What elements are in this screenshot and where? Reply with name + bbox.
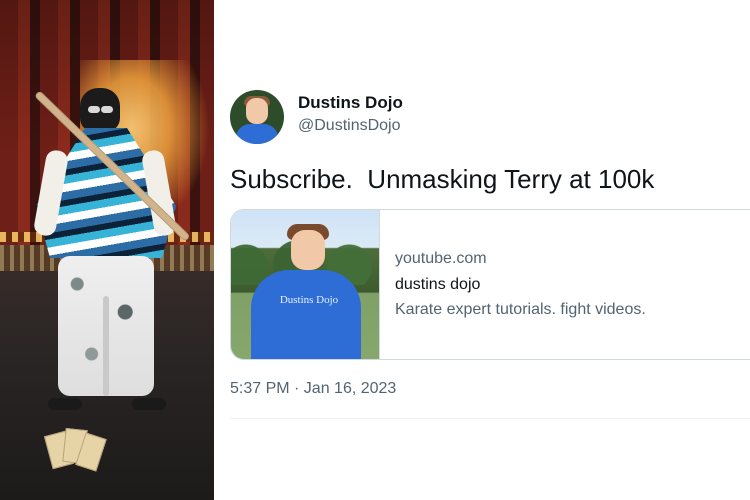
broken-boards: [43, 425, 107, 472]
card-title[interactable]: dustins dojo: [395, 276, 480, 294]
mask-eye-right: [101, 106, 113, 113]
mask-eye-left: [88, 106, 100, 113]
card-thumbnail[interactable]: Dustins Dojo: [231, 210, 380, 359]
avatar-face: [246, 98, 268, 124]
masked-performer: [32, 88, 178, 418]
divider: [230, 418, 750, 419]
profile-avatar[interactable]: [230, 90, 284, 144]
card-description[interactable]: Karate expert tutorials. fight videos.: [395, 301, 646, 319]
tweet: Dustins Dojo @DustinsDojo Subscribe. Unm…: [214, 0, 750, 500]
stage-photo: [0, 0, 214, 500]
camo-pants: [58, 256, 154, 396]
user-handle[interactable]: @DustinsDojo: [298, 117, 401, 135]
link-preview-card[interactable]: Dustins Dojo youtube.com dustins dojo Ka…: [230, 209, 750, 360]
thumbnail-person-face: [291, 230, 325, 270]
tweet-timestamp[interactable]: 5:37 PM · Jan 16, 2023: [230, 380, 396, 398]
tweet-text: Subscribe. Unmasking Terry at 100k: [230, 164, 655, 194]
shoe-left: [48, 398, 82, 410]
card-domain[interactable]: youtube.com: [395, 250, 487, 268]
ski-mask: [80, 88, 120, 132]
avatar-shirt: [236, 124, 278, 144]
shirt-logo-text: Dustins Dojo: [279, 294, 339, 306]
shoe-right: [132, 398, 166, 410]
display-name[interactable]: Dustins Dojo: [298, 93, 403, 113]
